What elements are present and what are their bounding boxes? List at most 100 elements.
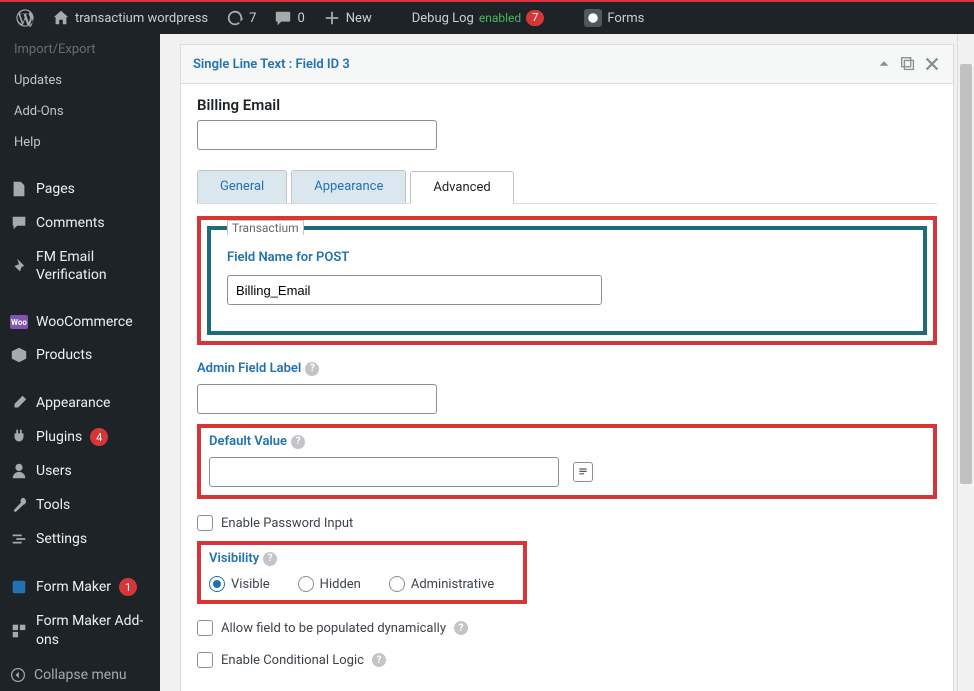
comment-icon <box>10 214 28 232</box>
woocommerce-icon: Woo <box>10 315 28 329</box>
sidebar-form-maker-addons[interactable]: Form Maker Add-ons <box>0 604 160 656</box>
collapse-menu-button[interactable]: Collapse menu <box>0 659 160 691</box>
password-checkbox-row: Enable Password Input <box>197 515 937 531</box>
help-icon[interactable]: ? <box>372 653 386 667</box>
pin-icon <box>10 257 28 275</box>
sidebar-users[interactable]: Users <box>0 454 160 488</box>
password-checkbox-label: Enable Password Input <box>221 516 353 531</box>
password-checkbox[interactable] <box>197 515 213 531</box>
update-icon <box>226 9 244 27</box>
visibility-radio-group: Visible Hidden Administrative <box>209 576 515 592</box>
sidebar-settings[interactable]: Settings <box>0 522 160 556</box>
debug-status: enabled <box>479 11 521 25</box>
comments-link[interactable]: 0 <box>266 2 312 34</box>
visibility-visible[interactable]: Visible <box>209 576 270 592</box>
wordpress-icon <box>16 9 34 27</box>
sidebar-tools[interactable]: Tools <box>0 488 160 522</box>
comments-count: 0 <box>297 11 304 26</box>
sidebar-appearance[interactable]: Appearance <box>0 386 160 420</box>
sidebar-comments[interactable]: Comments <box>0 206 160 240</box>
close-icon[interactable] <box>923 55 941 73</box>
highlight-default-value: Default Value ? <box>197 424 937 499</box>
sidebar-import-export[interactable]: Import/Export <box>0 34 160 65</box>
form-maker-badge: 1 <box>119 578 137 596</box>
transactium-fieldset: Transactium Field Name for POST <box>207 226 927 335</box>
dynamic-checkbox-label: Allow field to be populated dynamically <box>221 621 446 636</box>
panel-title: Single Line Text : Field ID 3 <box>193 57 350 72</box>
sliders-icon <box>10 530 28 548</box>
conditional-checkbox[interactable] <box>197 652 213 668</box>
radio-icon <box>298 576 314 592</box>
panel-body: Billing Email General Appearance Advance… <box>181 84 953 691</box>
conditional-checkbox-row: Enable Conditional Logic ? <box>197 652 937 668</box>
highlight-transactium: Transactium Field Name for POST <box>197 216 937 345</box>
sidebar-help[interactable]: Help <box>0 127 160 158</box>
site-name: transactium wordpress <box>75 11 208 26</box>
admin-label-label: Admin Field Label ? <box>197 361 937 376</box>
main-content: Single Line Text : Field ID 3 Billing Em… <box>160 34 974 691</box>
new-content-link[interactable]: New <box>315 2 380 34</box>
scrollbar-thumb[interactable] <box>960 64 972 484</box>
sidebar-plugins[interactable]: Plugins4 <box>0 420 160 454</box>
plus-icon <box>323 9 341 27</box>
comment-icon <box>274 9 292 27</box>
forms-label: Forms <box>607 11 644 26</box>
collapse-icon <box>10 667 26 683</box>
fieldname-input[interactable] <box>227 275 602 305</box>
new-label: New <box>346 11 372 26</box>
default-value-input[interactable] <box>209 457 559 487</box>
help-icon[interactable]: ? <box>454 621 468 635</box>
sidebar-addons[interactable]: Add-Ons <box>0 96 160 127</box>
brush-icon <box>10 394 28 412</box>
highlight-visibility: Visibility ? Visible Hidden Administrati… <box>197 541 527 604</box>
forms-link[interactable]: Forms <box>576 2 652 34</box>
forms-icon <box>584 9 602 27</box>
panel-header: Single Line Text : Field ID 3 <box>181 45 953 84</box>
merge-tag-button[interactable] <box>573 462 593 482</box>
fieldname-label: Field Name for POST <box>227 250 907 265</box>
dynamic-checkbox-row: Allow field to be populated dynamically … <box>197 620 937 636</box>
field-label-input[interactable] <box>197 120 437 150</box>
sidebar-woocommerce[interactable]: WooWooCommerce <box>0 306 160 338</box>
sidebar-updates[interactable]: Updates <box>0 65 160 96</box>
updates-link[interactable]: 7 <box>218 2 264 34</box>
dynamic-checkbox[interactable] <box>197 620 213 636</box>
sidebar-form-maker[interactable]: Form Maker1 <box>0 570 160 604</box>
help-icon[interactable]: ? <box>291 435 305 449</box>
package-icon <box>10 346 28 364</box>
visibility-label: Visibility ? <box>209 551 515 566</box>
tab-appearance[interactable]: Appearance <box>291 170 406 203</box>
wrench-icon <box>10 496 28 514</box>
collapse-panel-icon[interactable] <box>875 55 893 73</box>
merge-tag-icon <box>577 466 589 478</box>
radio-icon <box>389 576 405 592</box>
visibility-hidden[interactable]: Hidden <box>298 576 361 592</box>
field-label-heading: Billing Email <box>197 96 937 114</box>
debug-log-link[interactable]: Debug Log enabled 7 <box>404 2 553 34</box>
home-icon <box>52 9 70 27</box>
user-icon <box>10 462 28 480</box>
help-icon[interactable]: ? <box>305 362 319 376</box>
radio-icon <box>209 576 225 592</box>
debug-badge: 7 <box>526 10 544 26</box>
sidebar-fm-email[interactable]: FM Email Verification <box>0 240 160 292</box>
tab-advanced[interactable]: Advanced <box>410 171 513 204</box>
help-icon[interactable]: ? <box>263 552 277 566</box>
wp-logo-menu[interactable] <box>8 2 42 34</box>
field-settings-panel: Single Line Text : Field ID 3 Billing Em… <box>180 44 954 691</box>
visibility-admin[interactable]: Administrative <box>389 576 494 592</box>
vertical-scrollbar[interactable] <box>957 34 974 691</box>
transactium-legend: Transactium <box>227 220 304 235</box>
sidebar-pages[interactable]: Pages <box>0 172 160 206</box>
site-name-link[interactable]: transactium wordpress <box>44 2 216 34</box>
admin-sidebar: Import/Export Updates Add-Ons Help Pages… <box>0 34 160 691</box>
admin-label-input[interactable] <box>197 384 437 414</box>
tab-general[interactable]: General <box>197 170 287 203</box>
conditional-checkbox-label: Enable Conditional Logic <box>221 653 364 668</box>
page-icon <box>10 180 28 198</box>
sidebar-products[interactable]: Products <box>0 338 160 372</box>
panel-actions <box>875 55 941 73</box>
updates-count: 7 <box>249 11 256 26</box>
form-icon <box>10 578 28 596</box>
duplicate-icon[interactable] <box>899 55 917 73</box>
